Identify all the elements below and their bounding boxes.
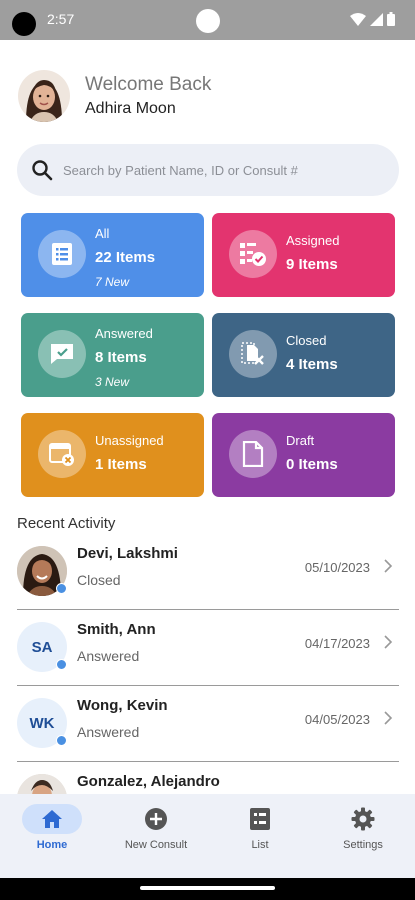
app-screen: 2:57 Welcome Back Adhira Moon Search by … <box>0 0 415 900</box>
home-indicator[interactable] <box>140 886 275 890</box>
system-home-bar <box>0 878 415 900</box>
gear-icon <box>351 807 375 831</box>
closed-document-icon <box>229 330 277 378</box>
consult-status: Closed <box>77 572 121 588</box>
card-count: 8 Items <box>95 349 147 366</box>
user-avatar[interactable] <box>18 70 70 122</box>
card-label: Answered <box>95 326 153 341</box>
nav-new-consult[interactable]: New Consult <box>104 794 208 878</box>
consult-date: 04/17/2023 <box>304 636 370 651</box>
message-check-icon <box>38 330 86 378</box>
user-name: Adhira Moon <box>85 99 176 117</box>
card-label: All <box>95 226 110 241</box>
nav-pill <box>230 804 290 834</box>
search-bar[interactable] <box>17 144 399 196</box>
consult-date: 04/05/2023 <box>304 712 370 727</box>
consult-status: Answered <box>77 648 140 664</box>
recent-activity-title: Recent Activity <box>17 515 116 532</box>
card-label: Assigned <box>286 233 340 248</box>
unassigned-calendar-icon <box>38 430 86 478</box>
search-icon <box>32 160 53 181</box>
card-label: Closed <box>286 333 327 348</box>
card-new-count: 7 New <box>95 275 130 289</box>
camera-cutout <box>12 12 36 36</box>
patient-name: Smith, Ann <box>77 621 156 638</box>
nav-label: List <box>251 839 269 851</box>
status-time: 2:57 <box>47 11 75 27</box>
chevron-right-icon <box>384 711 393 725</box>
chevron-right-icon <box>384 559 393 573</box>
signal-icon <box>370 12 383 26</box>
status-bar: 2:57 <box>0 0 415 40</box>
presence-indicator <box>56 659 67 670</box>
activity-row[interactable]: SA Smith, Ann Answered 04/17/2023 <box>0 610 415 686</box>
consult-date: 05/10/2023 <box>304 560 370 575</box>
activity-row[interactable]: WK Wong, Kevin Answered 04/05/2023 <box>0 686 415 762</box>
draft-document-icon <box>229 430 277 478</box>
card-count: 1 Items <box>95 456 147 473</box>
card-draft[interactable]: Draft 0 Items <box>212 413 395 497</box>
patient-name: Devi, Lakshmi <box>77 545 178 562</box>
nav-pill <box>22 804 82 834</box>
presence-indicator <box>56 735 67 746</box>
card-count: 4 Items <box>286 356 338 373</box>
card-count: 22 Items <box>95 249 156 266</box>
welcome-header: Welcome Back Adhira Moon <box>18 69 211 123</box>
home-icon <box>42 810 62 828</box>
chevron-right-icon <box>384 635 393 649</box>
welcome-title: Welcome Back <box>85 73 212 95</box>
consult-status: Answered <box>77 724 140 740</box>
presence-indicator <box>56 583 67 594</box>
card-count: 9 Items <box>286 256 338 273</box>
nav-settings[interactable]: Settings <box>311 794 415 878</box>
wifi-icon <box>350 12 366 26</box>
search-input[interactable] <box>63 162 383 178</box>
card-new-count: 3 New <box>95 375 130 389</box>
card-answered[interactable]: Answered 8 Items 3 New <box>21 313 204 397</box>
status-icons <box>350 12 395 26</box>
list-icon <box>250 808 270 830</box>
add-circle-icon <box>145 808 167 830</box>
card-assigned[interactable]: Assigned 9 Items <box>212 213 395 297</box>
patient-name: Gonzalez, Alejandro <box>77 773 220 790</box>
nav-label: Home <box>36 839 68 851</box>
card-closed[interactable]: Closed 4 Items <box>212 313 395 397</box>
welcome-text: Welcome Back Adhira Moon <box>85 73 211 120</box>
assigned-checklist-icon <box>229 230 277 278</box>
card-unassigned[interactable]: Unassigned 1 Items <box>21 413 204 497</box>
list-icon <box>38 230 86 278</box>
card-label: Unassigned <box>95 433 164 448</box>
bottom-navigation: Home New Consult List Settings <box>0 794 415 878</box>
nav-label: New Consult <box>124 839 188 851</box>
card-all[interactable]: All 22 Items 7 New <box>21 213 204 297</box>
activity-row[interactable]: Devi, Lakshmi Closed 05/10/2023 <box>0 534 415 610</box>
battery-icon <box>387 12 395 26</box>
nav-list[interactable]: List <box>208 794 312 878</box>
card-label: Draft <box>286 433 315 448</box>
nav-pill <box>333 804 393 834</box>
nav-pill <box>126 804 186 834</box>
status-dot <box>196 9 220 33</box>
nav-label: Settings <box>343 839 383 851</box>
nav-home[interactable]: Home <box>0 794 104 878</box>
card-count: 0 Items <box>286 456 338 473</box>
patient-name: Wong, Kevin <box>77 697 168 714</box>
